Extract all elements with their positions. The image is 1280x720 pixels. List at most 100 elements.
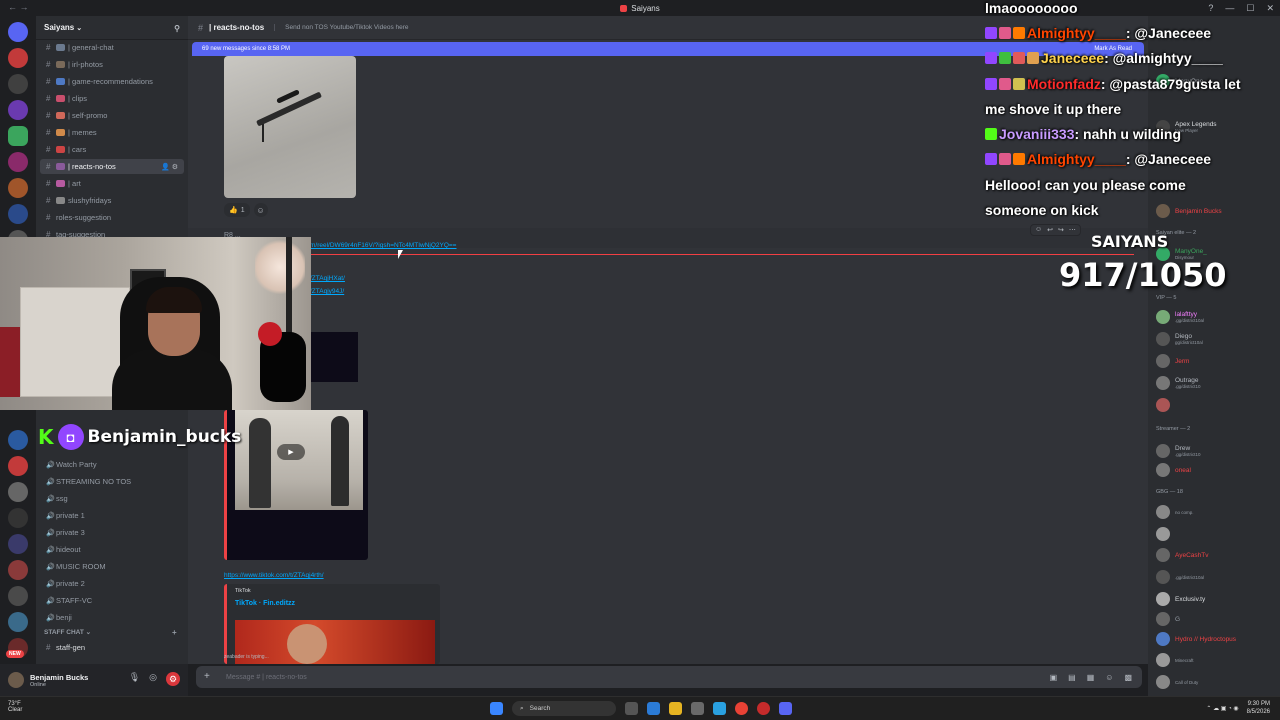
play-icon[interactable]: ▶ — [277, 444, 305, 460]
tray-icons[interactable]: ⌃ ☁ ▣ ◔ ◉ — [1206, 705, 1238, 712]
settings-gear-icon[interactable]: ⚙ — [166, 672, 180, 686]
voice-channel-item[interactable]: 🔊 ssg — [40, 491, 184, 506]
message-input[interactable]: Message # | reacts-no-tos — [226, 674, 307, 681]
server-icon[interactable] — [8, 508, 28, 528]
video-embed[interactable] — [310, 332, 358, 382]
member-item[interactable]: Exclusiv.ty — [1156, 590, 1276, 608]
more-icon[interactable]: ⋯ — [1069, 226, 1076, 234]
channel-item[interactable]: # | memes — [40, 125, 184, 140]
invite-icon[interactable]: ⚲ — [174, 24, 180, 33]
tiktok-embed[interactable]: TikTok TikTok · Fin.editzz — [224, 584, 440, 664]
sticker-icon[interactable]: ▦ — [1087, 673, 1095, 682]
server-icon[interactable] — [8, 152, 28, 172]
embed-title[interactable]: TikTok · Fin.editzz — [235, 600, 295, 607]
taskbar-search[interactable]: ⌕ Search — [512, 701, 616, 716]
channel-item[interactable]: # | irl-photos — [40, 57, 184, 72]
voice-channel-item[interactable]: 🔊 benji — [40, 610, 184, 625]
server-icon[interactable] — [8, 534, 28, 554]
app-icon[interactable] — [757, 702, 770, 715]
add-channel-icon[interactable]: + — [172, 628, 177, 637]
channel-item[interactable]: # | general-chat — [40, 40, 184, 55]
voice-channel-item[interactable]: 🔊 hideout — [40, 542, 184, 557]
server-icon[interactable] — [8, 204, 28, 224]
voice-channel-item[interactable]: 🔊 Watch Party — [40, 457, 184, 472]
server-icon[interactable] — [8, 100, 28, 120]
server-icon[interactable] — [8, 456, 28, 476]
apps-icon[interactable]: ▩ — [1124, 673, 1132, 682]
channel-item[interactable]: # slushyfridays — [40, 193, 184, 208]
voice-channel-item[interactable]: 🔊 private 1 — [40, 508, 184, 523]
category-staff-chat[interactable]: STAFF CHAT ⌄ + — [44, 628, 177, 637]
channel-item[interactable]: # | reacts-no-tos 👤 ⚙ — [40, 159, 184, 174]
voice-channel-item[interactable]: 🔊 STREAMING NO TOS — [40, 474, 184, 489]
server-header[interactable]: Saiyans ⌄ ⚲ — [36, 16, 188, 40]
settings-icon[interactable] — [691, 702, 704, 715]
video-embed[interactable]: ▶ — [224, 410, 368, 560]
voice-channel-item[interactable]: 🔊 private 2 — [40, 576, 184, 591]
channel-item[interactable]: # | cars — [40, 142, 184, 157]
voice-channel-item[interactable]: 🔊 private 3 — [40, 525, 184, 540]
attachment-image[interactable] — [224, 56, 356, 198]
reaction-thumbs-up[interactable]: 👍 1 — [224, 203, 250, 217]
message-link[interactable]: https://www.tiktok.com/t/ZTAqj4rth/ — [224, 572, 324, 579]
server-icon[interactable] — [8, 126, 28, 146]
clock[interactable]: 9:30 PM 8/5/2026 — [1247, 700, 1270, 716]
member-item[interactable]: Diego gg/district10al — [1156, 330, 1276, 348]
server-icon[interactable] — [8, 178, 28, 198]
edge-icon[interactable] — [647, 702, 660, 715]
add-reaction-icon[interactable]: ☺ — [253, 203, 268, 217]
member-item[interactable]: Jerm — [1156, 352, 1276, 370]
server-icon[interactable] — [8, 430, 28, 450]
reply-icon[interactable]: ↩ — [1047, 226, 1053, 234]
message-link[interactable]: /ZTAqjHXat/ — [310, 275, 345, 282]
member-item[interactable]: Hydro // Hydroctopus — [1156, 630, 1276, 648]
forward-icon[interactable]: ↪ — [1058, 226, 1064, 234]
message-composer[interactable]: + Message # | reacts-no-tos ▣ ▤ ▦ ☺ ▩ — [196, 666, 1142, 688]
voice-channel-item[interactable]: 🔊 STAFF-VC — [40, 593, 184, 608]
server-icon[interactable] — [8, 22, 28, 42]
member-item[interactable]: Drew .gg/district10 — [1156, 442, 1276, 460]
gift-icon[interactable]: ▣ — [1050, 673, 1058, 682]
react-icon[interactable]: ☺ — [1035, 226, 1042, 234]
server-icon[interactable] — [8, 586, 28, 606]
file-explorer-icon[interactable] — [669, 702, 682, 715]
task-view-icon[interactable] — [625, 702, 638, 715]
channel-item[interactable]: # | art — [40, 176, 184, 191]
voice-channel-item[interactable]: 🔊 MUSIC ROOM — [40, 559, 184, 574]
member-item[interactable]: Minecraft — [1156, 651, 1276, 669]
weather-widget[interactable]: 73°F Clear — [8, 701, 22, 713]
microphone-icon[interactable]: 🎙 — [129, 672, 140, 686]
member-item[interactable]: Call of Duty — [1156, 673, 1276, 691]
member-item[interactable]: Outrage .gg/district10 — [1156, 374, 1276, 392]
server-icon[interactable] — [8, 612, 28, 632]
member-item[interactable]: lalafttyy .gg/district10al — [1156, 308, 1276, 326]
nav-arrows-icon[interactable]: ← → — [8, 2, 29, 12]
server-icon[interactable] — [8, 74, 28, 94]
attach-plus-icon[interactable]: + — [204, 671, 216, 683]
message-link[interactable]: /ZTAqjy94J/ — [310, 288, 344, 295]
emoji-icon[interactable]: ☺ — [1105, 673, 1113, 682]
member-item[interactable]: .gg/district10al — [1156, 568, 1276, 586]
avatar[interactable] — [8, 672, 24, 688]
server-icon[interactable] — [8, 48, 28, 68]
gif-icon[interactable]: ▤ — [1068, 673, 1076, 682]
app-icon[interactable] — [713, 702, 726, 715]
member-item[interactable]: oneal — [1156, 461, 1276, 479]
windows-start-icon[interactable] — [490, 702, 503, 715]
chrome-icon[interactable] — [735, 702, 748, 715]
channel-staff-gen[interactable]: # staff-gen — [40, 640, 184, 655]
channel-item[interactable]: # | game-recommendations — [40, 74, 184, 89]
message-link[interactable]: m/reel/DW69r4nF16V/?igsh=NTc4MTIwNjQ2YQ=… — [310, 242, 456, 249]
member-item[interactable] — [1156, 396, 1276, 414]
channel-item[interactable]: # roles-suggestion — [40, 210, 184, 225]
discord-icon[interactable] — [779, 702, 792, 715]
headphones-icon[interactable]: ◎ — [149, 672, 157, 686]
channel-item[interactable]: # | clips — [40, 91, 184, 106]
member-item[interactable]: no comp. — [1156, 503, 1276, 521]
server-icon[interactable] — [8, 482, 28, 502]
server-icon[interactable] — [8, 560, 28, 580]
member-item[interactable] — [1156, 525, 1276, 543]
channel-settings-icon[interactable]: 👤 ⚙ — [161, 163, 178, 171]
member-item[interactable]: AyeCashTv — [1156, 546, 1276, 564]
member-item[interactable]: G — [1156, 610, 1276, 628]
